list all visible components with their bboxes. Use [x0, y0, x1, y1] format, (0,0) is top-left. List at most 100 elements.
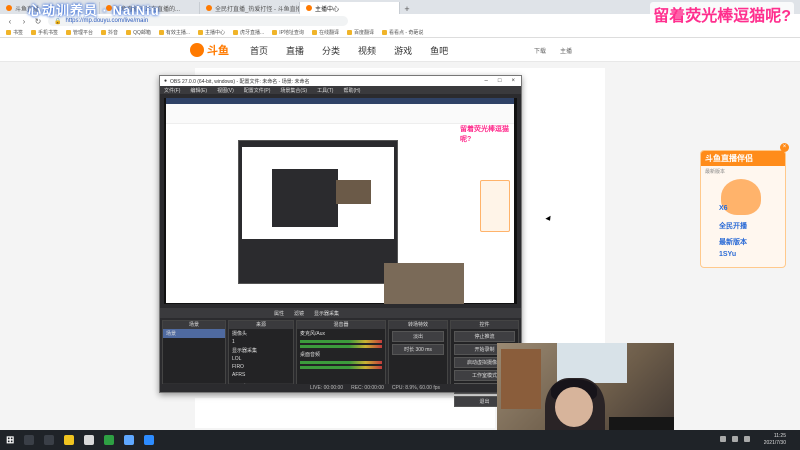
mic-volume-meter[interactable]: [300, 345, 382, 348]
bookmark-item[interactable]: QQ邮箱: [126, 29, 151, 36]
close-icon[interactable]: ×: [511, 78, 515, 84]
desktop-volume-meter[interactable]: [300, 366, 382, 369]
nav-home[interactable]: 首页: [250, 44, 268, 57]
bookmark-icon: [126, 30, 132, 35]
nav-category[interactable]: 分类: [322, 44, 340, 57]
obs-docks: 场景 场景 + – ∧ ∨ 来源 摄像头 1 显示器采集 LOL FIRO AF…: [160, 320, 521, 407]
source-item[interactable]: 显示器采集: [229, 346, 293, 355]
obs-menu-file[interactable]: 文件(F): [164, 87, 180, 94]
source-item[interactable]: AFRS: [229, 371, 293, 379]
display-capture-button[interactable]: 显示器采集: [314, 310, 339, 317]
transition-duration[interactable]: 时长 300 ms: [392, 344, 444, 355]
promo-row: X6: [719, 205, 728, 212]
site-header: 斗鱼 首页 直播 分类 视频 游戏 鱼吧 下载 主播: [0, 38, 800, 62]
maximize-icon[interactable]: □: [498, 78, 502, 84]
nav-live[interactable]: 直播: [286, 44, 304, 57]
source-item[interactable]: 1: [229, 338, 293, 346]
douyu-icon: [6, 5, 12, 11]
bookmark-item[interactable]: 百度翻译: [346, 29, 374, 36]
bookmark-item[interactable]: 在线翻译: [311, 29, 339, 36]
bookmark-item[interactable]: 看看点 - 奇葩说: [381, 29, 423, 36]
bookmark-item[interactable]: 有效主播...: [158, 29, 190, 36]
bookmark-icon: [233, 30, 239, 35]
obs-menu-view[interactable]: 视图(V): [217, 87, 234, 94]
download-link[interactable]: 下载: [534, 46, 546, 55]
mic-volume-meter[interactable]: [300, 340, 382, 343]
browser-tab[interactable]: 全民打直播_热爱打怪 - 斗鱼直播: [200, 2, 300, 14]
preview-promo: [480, 180, 510, 232]
preview-site-header: [166, 104, 514, 124]
preview-nested-obs: [238, 140, 398, 284]
system-tray: [720, 436, 750, 442]
start-button[interactable]: ⊞: [6, 435, 14, 446]
window: [557, 343, 627, 383]
obs-menu-help[interactable]: 帮助(H): [343, 87, 360, 94]
bookmark-icon: [31, 30, 37, 35]
bookmark-icon: [158, 30, 164, 35]
volume-icon[interactable]: [732, 436, 738, 442]
clock[interactable]: 11:25 2021/7/30: [764, 433, 786, 447]
obs-menu-scene-collection[interactable]: 场景集合(S): [280, 87, 307, 94]
app-icon[interactable]: [144, 435, 155, 445]
bookmark-icon: [381, 30, 387, 35]
properties-button[interactable]: 属性: [274, 310, 284, 317]
promo-row: 全民开播: [719, 223, 747, 230]
source-item[interactable]: 摄像头: [229, 329, 293, 338]
promo-row: 1SYu: [719, 251, 737, 258]
scene-item[interactable]: 场景: [163, 329, 225, 338]
network-icon[interactable]: [720, 436, 726, 442]
obs-preview[interactable]: 留着荧光棒逗猫呢?: [164, 98, 517, 304]
bookmark-icon: [6, 30, 11, 35]
obs-menubar: 文件(F) 编辑(E) 视图(V) 配置文件(P) 场景集合(S) 工具(T) …: [160, 86, 521, 94]
obs-statusbar: LIVE: 00:00:00 REC: 00:00:00 CPU: 8.9%, …: [160, 384, 521, 392]
bookmark-item[interactable]: 主播中心: [198, 29, 225, 36]
minimize-icon[interactable]: –: [485, 78, 488, 84]
douyu-icon: [206, 5, 212, 11]
new-tab-button[interactable]: +: [400, 4, 414, 14]
site-nav: 首页 直播 分类 视频 游戏 鱼吧: [250, 44, 448, 57]
bookmark-item[interactable]: 书签: [6, 29, 23, 36]
task-view-icon[interactable]: [44, 435, 55, 445]
preview-overlay-text: 留着荧光棒逗猫呢?: [460, 126, 509, 143]
obs-menu-edit[interactable]: 编辑(E): [190, 87, 207, 94]
source-item[interactable]: LOL: [229, 355, 293, 363]
bookmark-item[interactable]: IP地址查询: [272, 29, 304, 36]
search-icon[interactable]: [24, 435, 35, 445]
ime-icon[interactable]: [744, 436, 750, 442]
close-icon[interactable]: ×: [780, 143, 789, 152]
bookmark-item[interactable]: 虎牙直播...: [233, 29, 264, 36]
bookmark-icon: [101, 30, 107, 35]
explorer-icon[interactable]: [64, 435, 75, 445]
transitions-dock: 转场特效 淡出 时长 300 ms: [388, 320, 448, 392]
site-header-right: 下载 主播: [534, 46, 572, 55]
obs-app-icon[interactable]: [84, 435, 95, 445]
douyu-logo[interactable]: 斗鱼: [190, 42, 229, 58]
nav-video[interactable]: 视频: [358, 44, 376, 57]
sources-dock: 来源 摄像头 1 显示器采集 LOL FIRO AFRS + – ⚙ ∧ ∨: [228, 320, 294, 392]
nav-games[interactable]: 游戏: [394, 44, 412, 57]
desktop-volume-meter[interactable]: [300, 361, 382, 364]
filters-button[interactable]: 滤镜: [294, 310, 304, 317]
user-menu[interactable]: 主播: [560, 46, 572, 55]
obs-menu-tools[interactable]: 工具(T): [317, 87, 333, 94]
back-icon[interactable]: ‹: [6, 17, 14, 26]
bookshelf: [501, 349, 541, 409]
bookmark-icon: [198, 30, 204, 35]
chrome-icon[interactable]: [104, 435, 115, 445]
bookmark-item[interactable]: 手机书签: [31, 29, 58, 36]
transition-select[interactable]: 淡出: [392, 331, 444, 342]
forward-icon[interactable]: ›: [20, 17, 28, 26]
rec-timer: REC: 00:00:00: [351, 385, 384, 391]
stop-streaming-button[interactable]: 停止推流: [454, 331, 515, 342]
live-companion-promo[interactable]: × 斗鱼直播伴侣 最新版本 X6 全民开播 最新版本 1SYu: [700, 143, 789, 268]
browser-icon[interactable]: [124, 435, 135, 445]
browser-tab-active[interactable]: 主播中心: [300, 2, 400, 14]
obs-menu-profile[interactable]: 配置文件(P): [244, 87, 271, 94]
nav-fishbar[interactable]: 鱼吧: [430, 44, 448, 57]
taskbar: ⊞ 11:25 2021/7/30: [0, 430, 800, 450]
bookmark-item[interactable]: 管理平台: [66, 29, 93, 36]
douyu-icon: [306, 5, 312, 11]
mixer-channel-label: 麦克风/Aux: [300, 331, 326, 337]
bookmark-item[interactable]: 抖音: [101, 29, 118, 36]
source-item[interactable]: FIRO: [229, 363, 293, 371]
